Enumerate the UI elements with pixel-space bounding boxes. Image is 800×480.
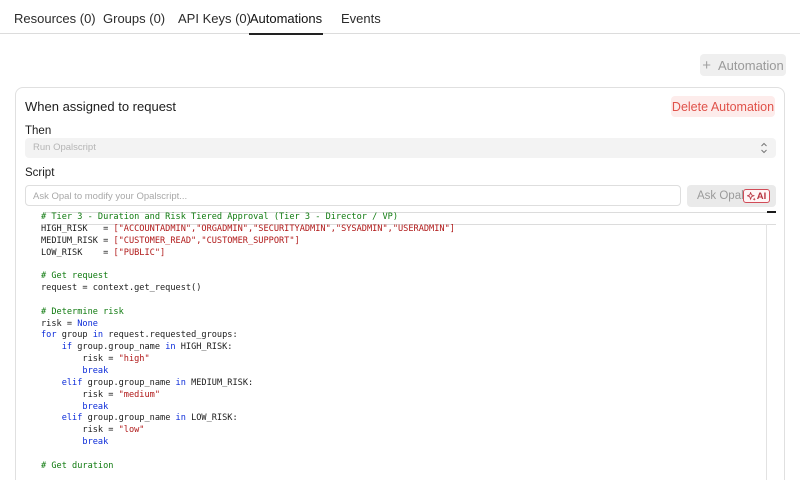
code-line: risk = "low" [41, 425, 455, 437]
sparkle-icon [746, 191, 756, 201]
code-token: risk = [41, 318, 78, 329]
code-line: # Determine risk [41, 307, 455, 319]
code-token: risk = [41, 354, 119, 365]
code-token: "medium" [118, 389, 161, 400]
code-token: MEDIUM_RISK = [41, 235, 114, 246]
tab-events[interactable]: Events [341, 0, 381, 34]
code-line: risk = None [41, 319, 455, 331]
tab-label: Automations [249, 11, 323, 26]
code-token: elif [61, 413, 83, 424]
code-token: request.requested_groups: [103, 330, 238, 341]
tab-label: Groups (0) [103, 11, 166, 26]
tab-label: API Keys (0) [178, 11, 251, 26]
code-token: HIGH_RISK: [175, 342, 233, 353]
code-token: None [77, 318, 98, 329]
code-token: LOW_RISK: [185, 413, 238, 424]
code-line: # Get request [41, 271, 455, 283]
code-token: # Get request [41, 271, 109, 282]
code-token: if [61, 342, 73, 353]
code-token: in [92, 330, 104, 341]
code-token: # Determine risk [41, 306, 124, 317]
tab-label: Events [341, 11, 381, 26]
code-line: MEDIUM_RISK = ["CUSTOMER_READ","CUSTOMER… [41, 236, 455, 248]
editor-scroll-marker [767, 211, 776, 213]
action-select-value: Run Opalscript [33, 142, 96, 153]
script-label: Script [25, 167, 55, 179]
code-token: MEDIUM_RISK: [185, 377, 254, 388]
code-token: "high" [118, 354, 150, 365]
code-line: # Tier 3 - Duration and Risk Tiered Appr… [41, 212, 455, 224]
code-line: elif group.group_name in LOW_RISK: [41, 413, 455, 425]
script-editor[interactable]: # Tier 3 - Duration and Risk Tiered Appr… [25, 210, 776, 480]
editor-ruler [766, 224, 767, 480]
plus-icon: + [702, 56, 711, 74]
tab-automations[interactable]: Automations [249, 0, 323, 35]
code-token: request = context.get_request() [41, 283, 202, 294]
code-line: request = context.get_request() [41, 283, 455, 295]
delete-automation-button[interactable]: Delete Automation [671, 96, 775, 117]
tab-groups[interactable]: Groups (0) [103, 0, 165, 34]
code-token: break [82, 365, 109, 376]
code-token: in [175, 377, 186, 388]
code-token: group [56, 330, 93, 341]
code-line: break [41, 437, 455, 449]
code-token: risk = [41, 425, 119, 436]
tab-api-keys[interactable]: API Keys (0) [178, 0, 251, 34]
code-token: for [41, 330, 57, 341]
code-line: risk = "high" [41, 354, 455, 366]
ai-badge: AI [743, 189, 770, 203]
add-automation-button[interactable]: + Automation [700, 54, 786, 76]
ask-opal-input[interactable] [26, 187, 680, 206]
code-token: break [82, 401, 109, 412]
ask-opal-button[interactable]: Ask Opal AI [687, 185, 776, 207]
ai-badge-label: AI [756, 190, 767, 202]
code-token: # Get duration [41, 460, 114, 471]
code-line: LOW_RISK = ["PUBLIC"] [41, 248, 455, 260]
code-token: risk = [41, 389, 119, 400]
code-line: elif group.group_name in MEDIUM_RISK: [41, 378, 455, 390]
code-token: LOW_RISK = [41, 247, 114, 258]
tab-label: Resources (0) [14, 11, 96, 26]
code-line: for group in request.requested_groups: [41, 330, 455, 342]
code-line: break [41, 402, 455, 414]
then-label: Then [25, 125, 52, 137]
action-select[interactable]: Run Opalscript [25, 138, 776, 158]
tab-bar: Resources (0) Groups (0) API Keys (0) Au… [0, 0, 800, 35]
tab-resources[interactable]: Resources (0) [14, 0, 96, 34]
ask-opal-input-wrapper [25, 185, 681, 206]
code-token: # Tier 3 - Duration and Risk Tiered Appr… [41, 212, 398, 222]
code-token: ["CUSTOMER_READ","CUSTOMER_SUPPORT"] [113, 235, 300, 246]
code-line: if group.group_name in HIGH_RISK: [41, 342, 455, 354]
code-token: "low" [118, 425, 145, 436]
add-automation-label: Automation [718, 57, 784, 73]
script-code: # Tier 3 - Duration and Risk Tiered Appr… [41, 212, 455, 473]
code-token: group.group_name [82, 377, 176, 388]
chevron-up-down-icon [761, 142, 767, 154]
code-token: group.group_name [82, 413, 176, 424]
code-line: HIGH_RISK = ["ACCOUNTADMIN","ORGADMIN","… [41, 224, 455, 236]
code-line: break [41, 366, 455, 378]
automation-trigger-title: When assigned to request [25, 99, 177, 114]
code-token: ["PUBLIC"] [113, 247, 166, 258]
ask-opal-label: Ask Opal [697, 190, 744, 202]
code-token: group.group_name [72, 342, 166, 353]
code-token: in [165, 342, 176, 353]
code-token: elif [61, 377, 83, 388]
code-token: break [82, 437, 109, 448]
code-token: ["ACCOUNTADMIN","ORGADMIN","SECURITYADMI… [113, 223, 455, 234]
code-line: # Get duration [41, 461, 455, 473]
code-token: in [175, 413, 186, 424]
code-token: HIGH_RISK = [41, 223, 114, 234]
code-line: risk = "medium" [41, 390, 455, 402]
